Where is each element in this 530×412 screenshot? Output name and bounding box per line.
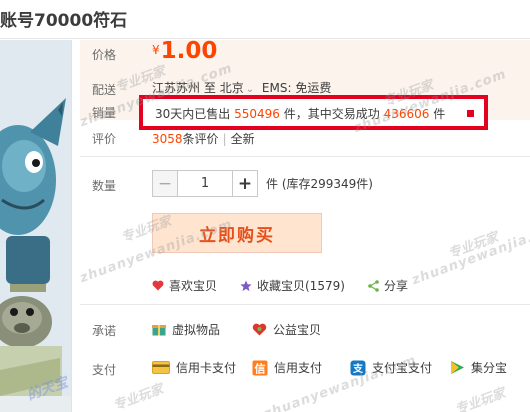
favorite-label: 收藏宝贝(1579)	[257, 279, 345, 293]
buy-now-button[interactable]: 立即购买	[152, 213, 322, 253]
charity-heart-icon	[252, 323, 267, 336]
watermark: 专业玩家	[453, 385, 508, 412]
sales-suffix: 件	[433, 107, 446, 121]
shipping-label: 配送	[92, 83, 117, 97]
rating-count[interactable]: 3058	[152, 132, 183, 146]
svg-text:信: 信	[255, 361, 266, 375]
gift-icon	[152, 323, 166, 336]
highlight-marker	[467, 110, 474, 117]
section-divider	[80, 156, 530, 157]
star-icon	[240, 280, 252, 292]
section-divider	[80, 304, 530, 305]
virtual-goods-badge[interactable]: 虚拟物品	[152, 321, 220, 338]
stock-info: 件 (库存299349件)	[266, 177, 373, 191]
price: ¥1.00	[152, 38, 217, 64]
sales-mid: 件，其中交易成功	[283, 107, 380, 121]
sales-info: 30天内已售出 550496 件，其中交易成功 436606 件	[155, 105, 445, 122]
chevron-down-icon[interactable]: ⌄	[246, 84, 254, 95]
watermark: zhuanyewanjia.com	[410, 218, 530, 289]
shipping-destination[interactable]: 北京	[220, 81, 244, 95]
currency-symbol: ¥	[152, 43, 160, 57]
alipay-label: 支付宝支付	[372, 361, 433, 375]
like-label: 喜欢宝贝	[169, 279, 218, 293]
virtual-goods-label: 虚拟物品	[172, 323, 221, 337]
jifen-label: 集分宝	[471, 361, 508, 375]
charity-label: 公益宝贝	[273, 323, 322, 337]
rating-points: 全新	[230, 132, 255, 146]
like-button[interactable]: 喜欢宝贝	[152, 277, 217, 294]
jifen-payment[interactable]: 集分宝	[450, 359, 507, 376]
credit-icon: 信	[252, 360, 268, 376]
product-image[interactable]	[0, 40, 72, 412]
sales-prefix: 30天内已售出	[155, 107, 231, 121]
share-button[interactable]: 分享	[368, 277, 408, 294]
sales-label: 销量	[92, 106, 117, 120]
credit-card-icon	[152, 361, 170, 374]
alipay-icon: 支	[350, 360, 366, 376]
credit-card-payment[interactable]: 信用卡支付	[152, 359, 236, 376]
sales-success-count: 436606	[383, 107, 430, 121]
svg-text:支: 支	[352, 362, 364, 375]
product-title: 账号70000符石	[0, 11, 128, 31]
heart-icon	[152, 280, 164, 291]
quantity-increase-button[interactable]: +	[232, 170, 258, 197]
promise-label: 承诺	[92, 324, 117, 338]
share-icon	[368, 279, 379, 292]
rating-count-suffix: 条评价	[182, 132, 219, 146]
credit-payment[interactable]: 信 信用支付	[252, 359, 322, 376]
product-illustration	[0, 40, 71, 412]
watermark: 专业玩家	[446, 229, 501, 262]
charity-badge[interactable]: 公益宝贝	[252, 321, 321, 338]
price-label: 价格	[92, 48, 117, 62]
rating-separator: |	[222, 132, 227, 146]
credit-card-label: 信用卡支付	[176, 361, 237, 375]
shipping-info: 江苏苏州 至 北京 ⌄ EMS: 免运费	[152, 79, 331, 96]
quantity-label: 数量	[92, 179, 117, 193]
rating-label: 评价	[92, 132, 117, 146]
credit-label: 信用支付	[274, 361, 323, 375]
quantity-stepper: − 1 + 件 (库存299349件)	[152, 170, 373, 197]
rating-info: 3058条评价 | 全新	[152, 130, 255, 147]
alipay-payment[interactable]: 支 支付宝支付	[350, 359, 432, 376]
favorite-button[interactable]: 收藏宝贝(1579)	[240, 277, 345, 294]
sales-sold-count: 550496	[234, 107, 280, 121]
title-divider	[0, 38, 530, 39]
quantity-decrease-button[interactable]: −	[152, 170, 178, 197]
jifen-icon	[450, 360, 465, 375]
sales-highlight-box: 30天内已售出 550496 件，其中交易成功 436606 件	[139, 95, 488, 130]
share-label: 分享	[384, 279, 409, 293]
quantity-input[interactable]: 1	[178, 170, 232, 197]
shipping-from: 江苏苏州	[152, 81, 201, 95]
shipping-to-word: 至	[203, 81, 216, 95]
shipping-fee: EMS: 免运费	[261, 81, 332, 95]
payment-label: 支付	[92, 363, 117, 377]
price-amount: 1.00	[160, 38, 218, 64]
watermark: 专业玩家	[111, 381, 166, 412]
